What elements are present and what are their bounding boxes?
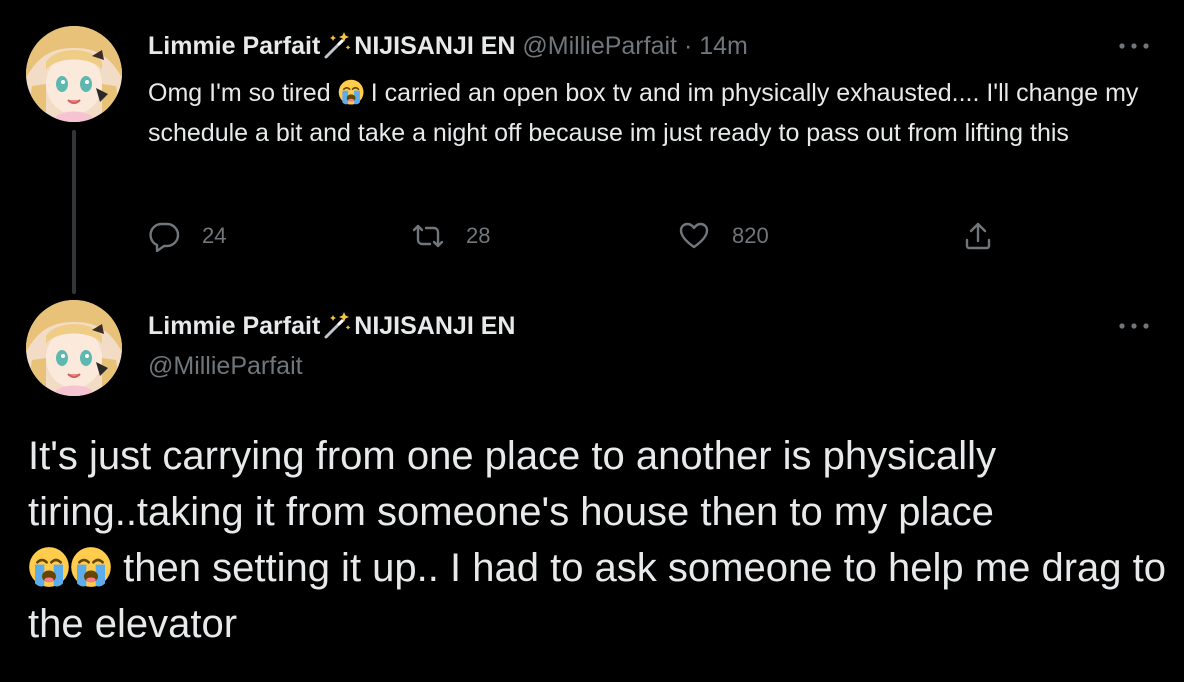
share-icon — [965, 222, 991, 250]
loudly-crying-face-icon — [29, 547, 69, 588]
magic-wand-icon — [324, 312, 351, 339]
retweet-button[interactable]: 28 — [412, 218, 490, 254]
display-name[interactable]: Limmie Parfait — [148, 32, 320, 60]
thread-connector-line — [72, 130, 76, 294]
handle[interactable]: @MillieParfait — [148, 350, 303, 382]
tweet-text-part-1: Omg I'm so tired — [148, 79, 331, 107]
avatar[interactable] — [26, 300, 122, 396]
avatar-image — [26, 26, 122, 122]
loudly-crying-face-icon — [338, 79, 364, 105]
handle[interactable]: @MillieParfait — [522, 32, 677, 60]
tweet-header: Limmie Parfait NIJISANJI EN @MillieParfa… — [148, 30, 748, 62]
more-options-icon[interactable] — [1116, 316, 1152, 336]
avatar-image — [26, 300, 122, 396]
reply-button[interactable]: 24 — [148, 218, 226, 254]
timestamp[interactable]: 14m — [699, 32, 748, 60]
tweet-text: Omg I'm so tired I carried an open box t… — [148, 73, 1158, 153]
reply-count: 24 — [202, 223, 227, 248]
affiliation-label[interactable]: NIJISANJI EN — [354, 312, 515, 340]
retweet-icon — [412, 224, 444, 248]
tweet-text-part-2: then setting it up.. I had to ask someon… — [28, 546, 1166, 646]
heart-icon — [679, 222, 709, 249]
more-options-icon[interactable] — [1116, 36, 1152, 56]
retweet-count: 28 — [466, 223, 491, 248]
tweet-text-part-1: It's just carrying from one place to ano… — [28, 434, 997, 534]
avatar[interactable] — [26, 26, 122, 122]
like-button[interactable]: 820 — [678, 218, 769, 254]
display-name[interactable]: Limmie Parfait — [148, 312, 320, 340]
magic-wand-icon — [324, 32, 351, 59]
share-button[interactable] — [962, 218, 1016, 254]
affiliation-label[interactable]: NIJISANJI EN — [354, 32, 515, 60]
separator: · — [683, 32, 693, 60]
reply-icon — [149, 222, 180, 252]
tweet-header: Limmie Parfait NIJISANJI EN — [148, 310, 515, 342]
tweet-text: It's just carrying from one place to ano… — [28, 428, 1168, 652]
loudly-crying-face-icon — [71, 547, 111, 588]
like-count: 820 — [732, 223, 769, 248]
